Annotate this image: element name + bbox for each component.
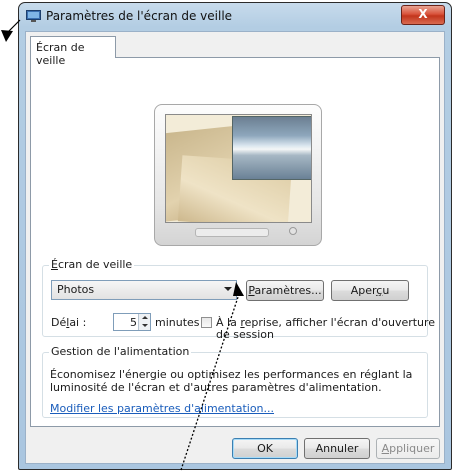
delay-label: Délai : (51, 316, 87, 329)
power-settings-link[interactable]: Modifier les paramètres d'alimentation..… (50, 402, 274, 415)
close-button[interactable]: X (401, 5, 445, 25)
delay-value: 5 (130, 316, 137, 329)
screensaver-group: Écran de veille Photos Paramètres... Ape… (42, 258, 435, 341)
screensaver-select[interactable]: Photos (51, 280, 237, 300)
screensaver-select-value: Photos (57, 283, 95, 296)
monitor-power-led (289, 227, 297, 235)
monitor-icon (26, 10, 41, 22)
stepper-down-icon[interactable] (139, 322, 150, 330)
cancel-button[interactable]: Annuler (304, 438, 370, 459)
power-description-line2: luminosité de l'écran et d'autres paramè… (50, 381, 382, 394)
preview-button[interactable]: Aperçu (331, 280, 409, 301)
delay-stepper[interactable]: 5 (113, 313, 151, 331)
title-bar[interactable]: Paramètres de l'écran de veille X (19, 3, 451, 31)
delay-unit: minutes (155, 316, 200, 329)
settings-button[interactable]: Paramètres... (246, 280, 324, 301)
chevron-down-icon (224, 287, 232, 291)
window-title: Paramètres de l'écran de veille (46, 9, 233, 23)
apply-button[interactable]: Appliquer (376, 438, 440, 459)
stepper-buttons (138, 314, 150, 330)
resume-checkbox[interactable] (201, 317, 212, 328)
dialog-client-area: Écran de veille Écran de veille Photos P… (25, 31, 445, 464)
preview-screen (165, 114, 312, 223)
tab-screensaver[interactable]: Écran de veille (30, 36, 116, 67)
preview-photo (232, 116, 311, 180)
screensaver-group-label: Écran de veille (49, 258, 135, 271)
dialog-window: Paramètres de l'écran de veille X Écran … (18, 2, 452, 470)
monitor-preview (154, 104, 322, 246)
ok-button[interactable]: OK (232, 438, 298, 459)
power-group: Gestion de l'alimentation Économisez l'é… (42, 345, 428, 418)
power-description-line1: Économisez l'énergie ou optimisez les pe… (50, 368, 413, 381)
resume-label-line2: de session (216, 328, 274, 341)
power-group-label: Gestion de l'alimentation (49, 345, 192, 358)
monitor-slot (195, 228, 269, 237)
tab-panel: Écran de veille Photos Paramètres... Ape… (30, 57, 440, 427)
